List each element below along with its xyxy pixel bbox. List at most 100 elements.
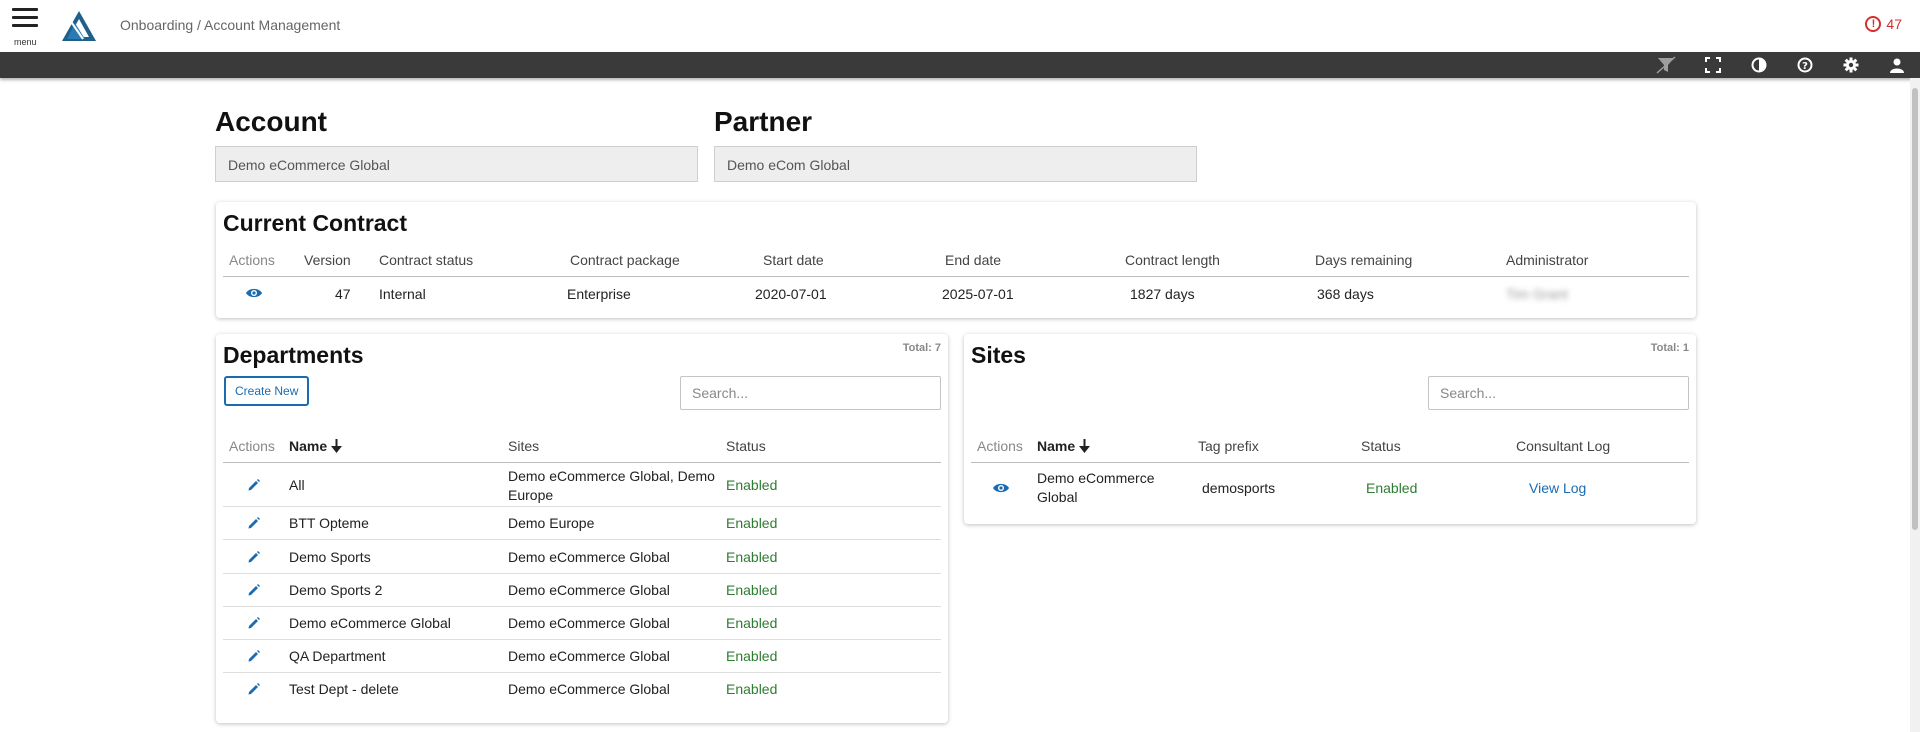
sort-down-icon: [1079, 439, 1091, 453]
department-status: Enabled: [726, 680, 778, 697]
toolbar: ?: [0, 52, 1920, 78]
department-name: QA Department: [289, 647, 386, 664]
site-name: Demo eCommerce Global: [1037, 470, 1155, 505]
partner-field: Demo eCom Global: [714, 146, 1197, 182]
department-status: Enabled: [726, 647, 778, 664]
sites-header-tag-prefix: Tag prefix: [1198, 438, 1259, 454]
contract-header-version: Version: [304, 252, 351, 268]
contract-end-date: 2025-07-01: [942, 286, 1014, 302]
edit-department-button[interactable]: [244, 548, 264, 566]
create-new-button[interactable]: Create New: [224, 376, 310, 406]
contract-header-package: Contract package: [570, 252, 680, 268]
edit-department-button[interactable]: [244, 514, 264, 532]
divider: [971, 462, 1689, 463]
department-name: All: [289, 477, 305, 493]
row-divider: [223, 573, 941, 574]
department-status: Enabled: [726, 614, 778, 631]
row-divider: [223, 672, 941, 673]
contract-header-admin: Administrator: [1506, 252, 1589, 268]
departments-header-name[interactable]: Name: [289, 438, 343, 454]
departments-header-name-label: Name: [289, 438, 328, 454]
department-name: Demo Sports: [289, 548, 371, 565]
row-divider: [223, 606, 941, 607]
department-sites: Demo eCommerce Global, Demo Europe: [508, 468, 715, 503]
filter-icon[interactable]: [1656, 55, 1676, 75]
contract-card: Current Contract Actions Version Contrac…: [216, 202, 1696, 318]
sites-card: Sites Total: 1 Actions Name Tag prefix S…: [964, 334, 1696, 524]
departments-total: Total: 7: [902, 342, 941, 354]
sites-header-name-label: Name: [1037, 438, 1076, 454]
user-icon[interactable]: [1887, 55, 1907, 75]
help-icon[interactable]: ?: [1795, 55, 1815, 75]
eye-icon: [993, 483, 1009, 493]
department-sites: Demo eCommerce Global: [508, 647, 670, 664]
contract-days-remaining: 368 days: [1317, 286, 1374, 302]
departments-header-status: Status: [726, 438, 766, 454]
hamburger-icon-bar: [12, 24, 38, 27]
alert-count: 47: [1886, 16, 1902, 32]
breadcrumb: Onboarding / Account Management: [120, 17, 341, 33]
pencil-icon: [248, 616, 260, 628]
scrollbar-thumb[interactable]: [1912, 88, 1918, 530]
sites-header-status: Status: [1361, 438, 1401, 454]
sites-total: Total: 1: [1650, 342, 1689, 354]
edit-department-button[interactable]: [244, 614, 264, 632]
departments-header-sites: Sites: [508, 438, 540, 454]
hamburger-icon-bar: [12, 16, 38, 19]
pencil-icon: [248, 479, 260, 491]
eye-icon: [246, 288, 262, 298]
row-divider: [223, 639, 941, 640]
contract-package: Enterprise: [567, 286, 631, 302]
fullscreen-icon[interactable]: [1703, 55, 1723, 75]
departments-search-input[interactable]: [680, 376, 941, 410]
department-name: Test Dept - delete: [289, 680, 399, 697]
view-contract-button[interactable]: [244, 284, 264, 302]
settings-icon[interactable]: [1841, 55, 1861, 75]
contract-header-remaining: Days remaining: [1315, 252, 1413, 268]
alert-icon: !: [1865, 16, 1882, 32]
menu-button[interactable]: menu: [12, 8, 40, 48]
edit-department-button[interactable]: [244, 581, 264, 599]
sites-header-name[interactable]: Name: [1037, 438, 1091, 454]
pencil-icon: [248, 550, 260, 562]
contract-administrator: Tim Grant: [1506, 286, 1568, 302]
sites-header-actions: Actions: [977, 438, 1023, 454]
contrast-icon[interactable]: [1749, 55, 1769, 75]
account-field: Demo eCommerce Global: [215, 146, 698, 182]
pencil-icon: [248, 516, 260, 528]
department-sites: Demo Europe: [508, 514, 595, 531]
pencil-icon: [248, 583, 260, 595]
alert-indicator[interactable]: ! 47: [1865, 16, 1902, 32]
contract-header-length: Contract length: [1125, 252, 1220, 268]
contract-status: Internal: [379, 286, 426, 302]
view-log-link[interactable]: View Log: [1529, 479, 1586, 498]
contract-header-status: Contract status: [379, 252, 474, 268]
hamburger-icon: [12, 8, 38, 11]
view-site-button[interactable]: [991, 479, 1011, 497]
logo[interactable]: [61, 9, 97, 43]
department-status: Enabled: [726, 581, 778, 598]
menu-label: menu: [14, 37, 37, 47]
edit-department-button[interactable]: [244, 647, 264, 665]
sites-search-input[interactable]: [1428, 376, 1689, 410]
sites-header-consultant-log: Consultant Log: [1516, 438, 1611, 454]
edit-department-button[interactable]: [244, 476, 264, 494]
department-name: BTT Opteme: [289, 514, 369, 531]
contract-version: 47: [335, 286, 351, 302]
divider: [223, 462, 941, 463]
pencil-icon: [248, 682, 260, 694]
top-bar: menu Onboarding / Account Management ! 4…: [0, 0, 1920, 52]
sites-title: Sites: [971, 342, 1026, 368]
row-divider: [223, 506, 941, 507]
edit-department-button[interactable]: [244, 680, 264, 698]
partner-heading: Partner: [714, 106, 813, 137]
department-sites: Demo eCommerce Global: [508, 581, 670, 598]
department-sites: Demo eCommerce Global: [508, 680, 670, 697]
account-heading: Account: [215, 106, 327, 137]
departments-card: Departments Total: 7 Create New Actions …: [216, 334, 948, 723]
contract-title: Current Contract: [223, 210, 408, 236]
page-scrollbar[interactable]: [1910, 78, 1920, 732]
departments-header-actions: Actions: [229, 438, 275, 454]
svg-text:?: ?: [1802, 61, 1808, 72]
department-name: Demo Sports 2: [289, 581, 383, 598]
